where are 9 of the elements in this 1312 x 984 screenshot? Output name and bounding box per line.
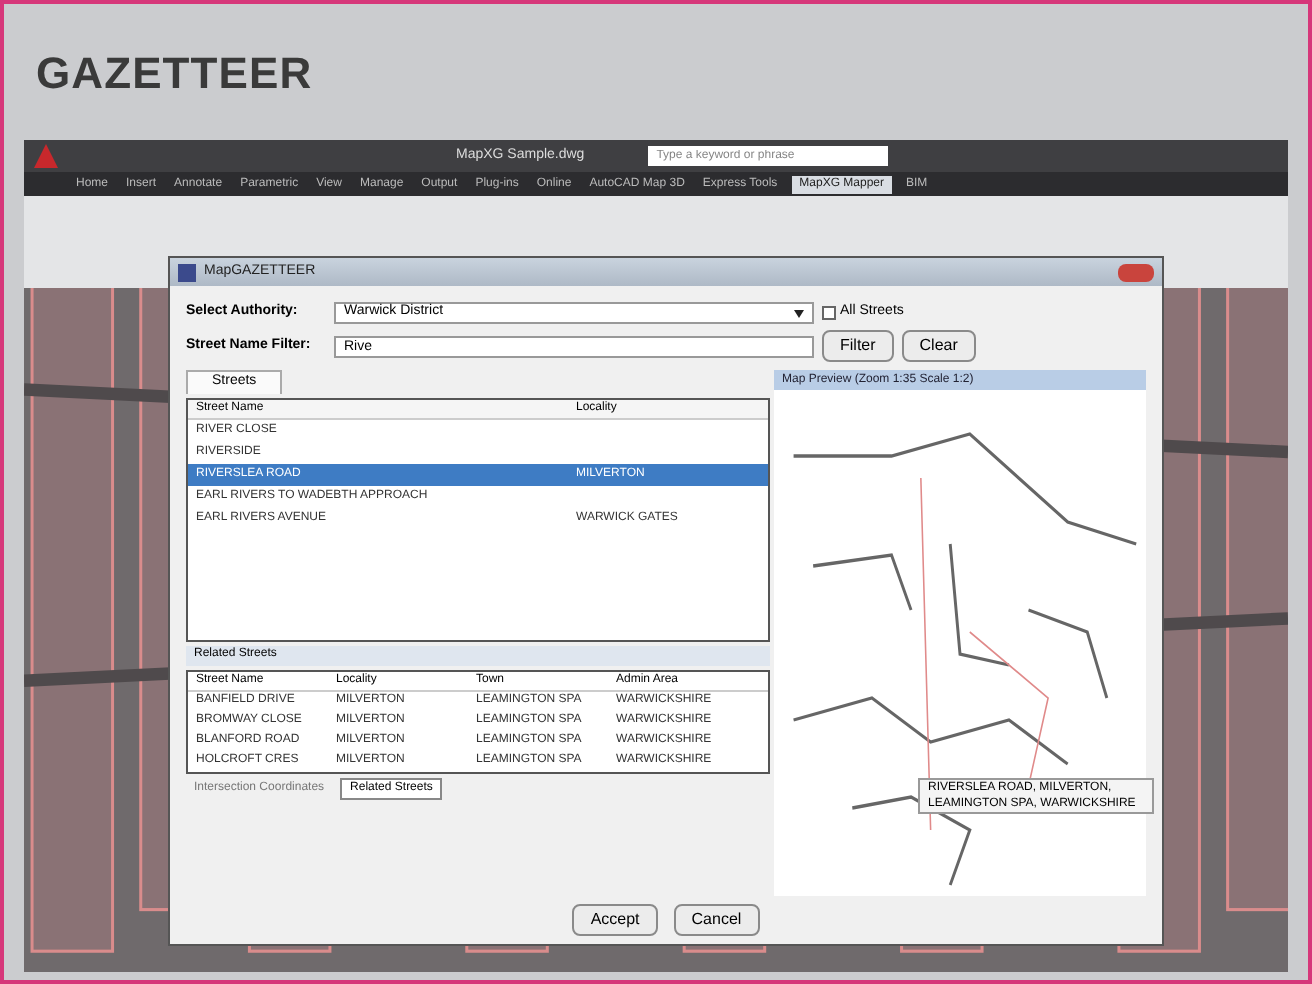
filter-button[interactable]: Clear: [901, 330, 976, 362]
filter-button[interactable]: Filter: [822, 330, 894, 362]
page-heading: GAZETTEER: [36, 45, 313, 101]
checkbox[interactable]: [822, 306, 836, 320]
close-button[interactable]: [1118, 263, 1154, 281]
caret-icon: [794, 309, 804, 317]
action-button[interactable]: Cancel: [673, 904, 760, 936]
app-icon: [178, 263, 196, 281]
action-button[interactable]: Accept: [572, 904, 658, 936]
